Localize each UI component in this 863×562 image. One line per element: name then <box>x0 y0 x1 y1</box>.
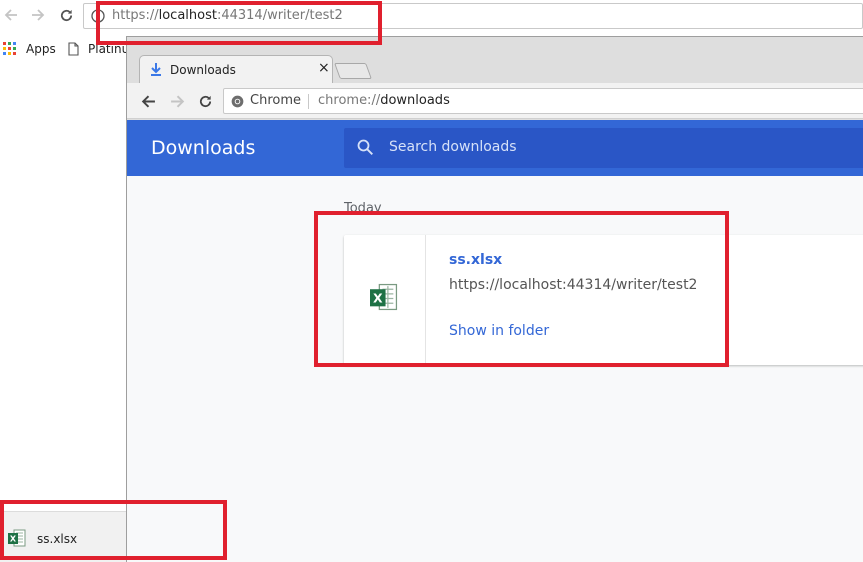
address-url: chrome://downloads <box>318 93 450 108</box>
omnibox-divider <box>308 94 309 109</box>
search-icon <box>357 139 373 155</box>
tab-label: Downloads <box>170 63 236 77</box>
new-tab-button[interactable] <box>334 63 372 79</box>
back-button[interactable] <box>0 4 22 26</box>
reload-icon <box>199 95 211 107</box>
back-arrow-icon <box>4 9 17 21</box>
apps-grid-icon <box>3 42 16 55</box>
forward-button[interactable] <box>27 4 49 26</box>
download-icon <box>151 63 161 76</box>
bookmark-apps[interactable]: Apps <box>3 42 56 56</box>
downloads-window-toolbar: Chrome chrome://downloads <box>127 83 863 119</box>
back-button[interactable] <box>137 90 159 112</box>
page-type-chip: Chrome <box>250 93 301 108</box>
highlight-download-shelf <box>0 500 227 560</box>
reload-icon <box>60 9 72 21</box>
reload-button[interactable] <box>194 90 216 112</box>
highlight-download-item <box>314 211 729 367</box>
search-downloads-field[interactable]: Search downloads <box>344 128 863 168</box>
page-icon <box>68 42 79 56</box>
highlight-address-bar <box>96 1 382 45</box>
address-bar[interactable]: Chrome chrome://downloads <box>223 88 863 114</box>
bookmark-label: Apps <box>26 42 56 56</box>
back-arrow-icon <box>141 94 155 108</box>
page-title: Downloads <box>151 137 256 159</box>
forward-arrow-icon <box>170 94 184 108</box>
forward-arrow-icon <box>32 9 45 21</box>
tab-close-button[interactable]: × <box>318 61 330 75</box>
reload-button[interactable] <box>55 4 77 26</box>
chrome-icon <box>231 95 244 108</box>
search-placeholder: Search downloads <box>389 139 517 155</box>
downloads-header: Downloads Search downloads <box>127 120 863 176</box>
forward-button[interactable] <box>166 90 188 112</box>
tab-downloads[interactable]: Downloads × <box>139 55 333 83</box>
